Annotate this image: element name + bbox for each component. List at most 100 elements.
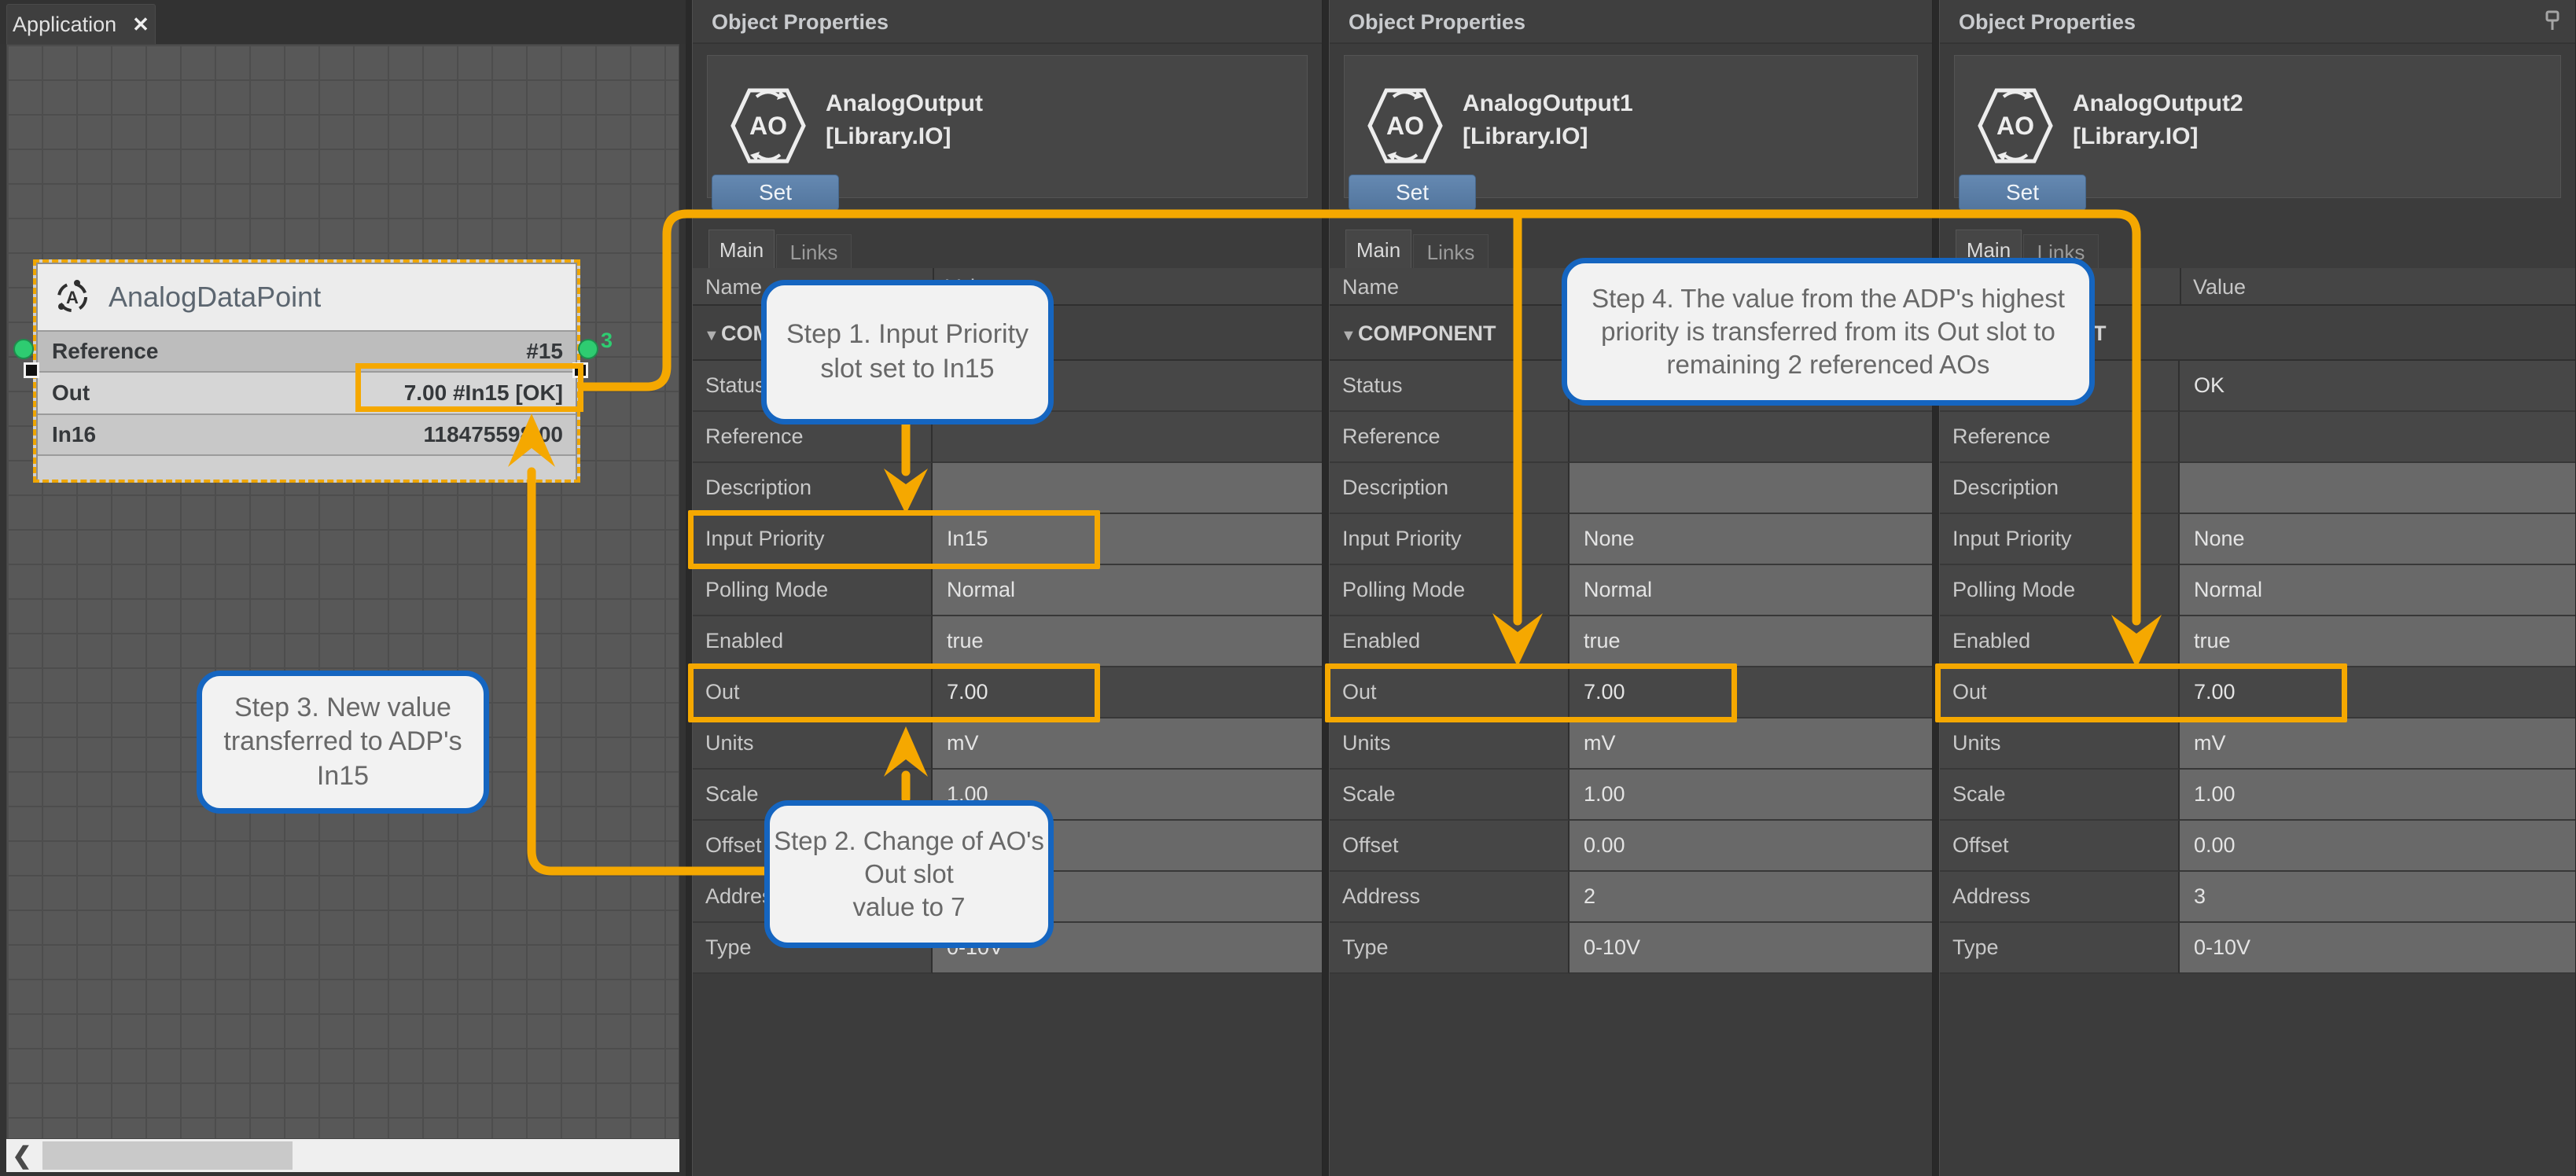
analog-output-icon: AO <box>1365 84 1444 167</box>
collapse-triangle-icon[interactable]: ▼ <box>1330 308 1358 363</box>
property-label: Enabled <box>1330 616 1570 667</box>
tab-links[interactable]: Links <box>1413 234 1489 269</box>
property-value[interactable]: 1.00 <box>2180 770 2575 821</box>
block-row-in16[interactable]: In16 118475598.00 <box>38 413 576 454</box>
property-value[interactable] <box>2180 412 2575 463</box>
property-value[interactable]: None <box>1570 514 1932 565</box>
property-label: Scale <box>1330 770 1570 821</box>
property-value[interactable]: 1.00 <box>1570 770 1932 821</box>
scrollbar-thumb[interactable] <box>42 1141 293 1170</box>
property-label: Out <box>1940 667 2180 718</box>
property-label: Description <box>1330 463 1570 514</box>
canvas-grid[interactable] <box>6 44 679 1139</box>
object-properties-panel: Object Properties AO AnalogOutput1 [Libr… <box>1329 0 1933 1176</box>
block-row-empty <box>38 454 576 480</box>
selection-handle-right[interactable] <box>572 362 588 378</box>
reference-port-left[interactable] <box>13 339 34 359</box>
property-row-input-priority: Input Priority None <box>1940 514 2575 565</box>
property-value[interactable]: true <box>2180 616 2575 667</box>
property-value[interactable] <box>2180 463 2575 514</box>
callout-step4: Step 4. The value from the ADP's highest… <box>1562 258 2095 406</box>
property-value[interactable] <box>933 463 1322 514</box>
callout-line: Step 2. Change of AO's <box>770 825 1048 858</box>
svg-text:AO: AO <box>1386 112 1424 140</box>
callout-line: priority is transferred from its Out slo… <box>1567 315 2089 348</box>
property-row-out: Out 7.00 <box>1940 667 2575 718</box>
property-value[interactable]: mV <box>933 718 1322 770</box>
horizontal-scrollbar[interactable]: ❮ <box>6 1139 679 1172</box>
property-value[interactable]: true <box>933 616 1322 667</box>
analog-data-point-block[interactable]: A AnalogDataPoint Reference #15 Out 7.00… <box>33 259 580 483</box>
property-label: Input Priority <box>1330 514 1570 565</box>
property-value[interactable]: Normal <box>933 565 1322 616</box>
object-properties-panel: Object Properties AO AnalogOutput [Libra… <box>692 0 1323 1176</box>
pin-button[interactable] <box>2542 9 2563 37</box>
analog-output-icon: AO <box>728 84 807 167</box>
property-value[interactable]: 7.00 <box>2180 667 2575 718</box>
callout-line: Step 3. New value <box>202 691 484 726</box>
property-value[interactable]: 7.00 <box>933 667 1322 718</box>
property-value[interactable]: 0.00 <box>2180 821 2575 872</box>
block-row-reference[interactable]: Reference #15 <box>38 330 576 371</box>
property-value[interactable]: OK <box>2180 361 2575 412</box>
close-icon[interactable]: ✕ <box>132 13 149 37</box>
property-value[interactable] <box>1570 463 1932 514</box>
property-value[interactable]: None <box>2180 514 2575 565</box>
tab-main[interactable]: Main <box>1345 230 1411 269</box>
reference-port-right[interactable] <box>578 339 598 359</box>
property-value[interactable]: 3 <box>2180 872 2575 923</box>
property-value[interactable]: 0-10V <box>1570 923 1932 974</box>
callout-line: Step 4. The value from the ADP's highest <box>1567 282 2089 315</box>
analog-data-point-icon: A <box>53 278 91 316</box>
scroll-left-icon[interactable]: ❮ <box>6 1142 38 1170</box>
set-button[interactable]: Set <box>1959 175 2086 211</box>
property-label: Reference <box>1940 412 2180 463</box>
property-value[interactable]: mV <box>1570 718 1932 770</box>
property-value[interactable]: 7.00 <box>1570 667 1932 718</box>
tab-application[interactable]: Application ✕ <box>6 4 156 44</box>
property-label: Units <box>693 718 933 770</box>
set-button[interactable]: Set <box>1349 175 1476 211</box>
callout-step2: Step 2. Change of AO'sOut slotvalue to 7 <box>764 800 1054 948</box>
property-label: Enabled <box>1940 616 2180 667</box>
property-value[interactable]: Normal <box>2180 565 2575 616</box>
selection-handle-left[interactable] <box>24 362 39 378</box>
object-name: AnalogOutput1 <box>1463 90 1633 117</box>
callout-line: remaining 2 referenced AOs <box>1567 348 2089 381</box>
property-row-reference: Reference <box>1330 412 1932 463</box>
property-label: Polling Mode <box>1330 565 1570 616</box>
property-label: Description <box>1940 463 2180 514</box>
property-value[interactable]: In15 <box>933 514 1322 565</box>
property-label: Type <box>1330 923 1570 974</box>
set-button[interactable]: Set <box>712 175 839 211</box>
column-header-name: Name <box>705 275 762 300</box>
property-row-out: Out 7.00 <box>1330 667 1932 718</box>
property-value[interactable]: 0-10V <box>2180 923 2575 974</box>
object-library: [Library.IO] <box>2073 123 2198 150</box>
tab-links[interactable]: Links <box>776 234 852 269</box>
tab-main[interactable]: Main <box>708 230 775 269</box>
object-name: AnalogOutput <box>826 90 983 117</box>
callout-line: In15 <box>202 759 484 794</box>
callout-step1: Step 1. Input Priorityslot set to In15 <box>761 280 1054 424</box>
property-row-units: Units mV <box>693 718 1322 770</box>
block-row-out[interactable]: Out 7.00 #In15 [OK] <box>38 371 576 413</box>
editor-tabstrip: Application ✕ <box>0 0 686 44</box>
property-value[interactable] <box>1570 412 1932 463</box>
pin-icon[interactable] <box>2542 9 2563 33</box>
property-value[interactable]: 0.00 <box>1570 821 1932 872</box>
property-value[interactable]: Normal <box>1570 565 1932 616</box>
property-row-units: Units mV <box>1940 718 2575 770</box>
property-value[interactable]: mV <box>2180 718 2575 770</box>
callout-step3: Step 3. New valuetransferred to ADP'sIn1… <box>197 671 489 814</box>
property-row-input-priority: Input Priority None <box>1330 514 1932 565</box>
callout-line: Step 1. Input Priority <box>767 318 1048 352</box>
property-row-enabled: Enabled true <box>693 616 1322 667</box>
slot-label: In16 <box>52 422 96 447</box>
property-row-out: Out 7.00 <box>693 667 1322 718</box>
property-value[interactable]: 2 <box>1570 872 1932 923</box>
property-value[interactable]: true <box>1570 616 1932 667</box>
collapse-triangle-icon[interactable]: ▼ <box>693 308 721 363</box>
svg-text:A: A <box>66 288 79 307</box>
slot-value: #15 <box>526 339 563 364</box>
